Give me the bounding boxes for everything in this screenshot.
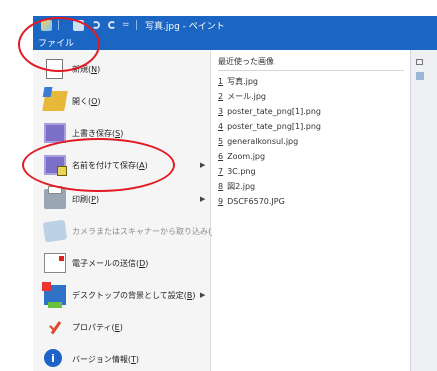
recent-file-item[interactable]: 4 poster_tate_png[1].png <box>218 121 321 133</box>
submenu-arrow-icon: ▶ <box>200 291 206 299</box>
redo-icon[interactable] <box>108 21 116 29</box>
recent-file-number: 3 <box>218 107 224 116</box>
menu-item-label: 電子メールの送信(D) <box>72 258 149 268</box>
submenu-arrow-icon: ▶ <box>200 161 206 169</box>
recent-file-name: generalkonsul.jpg <box>227 137 299 146</box>
recent-file-number: 1 <box>218 77 224 86</box>
menu-item-scanner: カメラまたはスキャナーから取り込み(M) <box>33 214 221 248</box>
menu-item-label: 印刷(P) <box>72 194 100 204</box>
scanner-icon <box>42 219 68 243</box>
menu-item-email[interactable]: 電子メールの送信(D) <box>33 246 211 280</box>
menu-item-desktop-background[interactable]: デスクトップの背景として設定(B) ▶ <box>33 278 211 312</box>
recent-file-item[interactable]: 2 メール.jpg <box>218 91 266 103</box>
recent-file-item[interactable]: 8 図2.jpg <box>218 181 255 193</box>
recent-divider <box>218 70 404 71</box>
recent-file-item[interactable]: 9 DSCF6570.JPG <box>218 196 285 208</box>
recent-file-item[interactable]: 5 generalkonsul.jpg <box>218 136 298 148</box>
recent-images-pane: 最近使った画像 1 写真.jpg 2 メール.jpg 3 poster_tate_png[… <box>212 50 410 371</box>
recent-file-item[interactable]: 7 3C.png <box>218 166 256 178</box>
title-separator <box>136 20 137 30</box>
customize-quick-access-icon[interactable]: = <box>122 20 130 30</box>
recent-file-number: 2 <box>218 92 224 101</box>
undo-icon[interactable] <box>92 21 100 29</box>
recent-file-number: 5 <box>218 137 224 146</box>
menu-item-label: カメラまたはスキャナーから取り込み(M) <box>72 226 221 236</box>
recent-file-name: 写真.jpg <box>227 77 259 86</box>
menu-item-properties-checkmark[interactable]: プロパティ(E) <box>33 310 211 344</box>
menu-item-label: デスクトップの背景として設定(B) <box>72 290 196 300</box>
file-menu: 新規(N) 開く(O) 上書き保存(S) 名前を付けて保存(A) ▶ 印刷(P) ▶ カメラま… <box>33 50 221 371</box>
menu-item-label: プロパティ(E) <box>72 322 123 332</box>
recent-file-item[interactable]: 6 Zoom.jpg <box>218 151 265 163</box>
print-icon <box>44 186 66 209</box>
paint-window: = 写真.jpg - ペイント ファイル 新規(N) 開く(O) 上書き保存(S) 名… <box>0 0 437 371</box>
recent-file-name: poster_tate_png[1].png <box>227 107 322 116</box>
recent-file-number: 4 <box>218 122 224 131</box>
recent-file-number: 9 <box>218 197 224 206</box>
recent-file-name: Zoom.jpg <box>227 152 266 161</box>
menu-item-open-folder[interactable]: 開く(O) <box>33 84 211 118</box>
menu-item-label: 上書き保存(S) <box>72 128 124 138</box>
recent-file-name: poster_tate_png[1].png <box>227 122 322 131</box>
email-icon <box>44 253 66 273</box>
info-icon: i <box>44 349 62 367</box>
desktop-background-icon <box>42 282 66 308</box>
recent-file-item[interactable]: 1 写真.jpg <box>218 76 258 88</box>
annotation-circle-save-as <box>22 138 175 192</box>
annotation-circle-file-tab <box>18 17 100 72</box>
properties-checkmark-icon <box>44 317 66 337</box>
menu-item-info[interactable]: i バージョン情報(T) <box>33 342 211 371</box>
recent-file-item[interactable]: 3 poster_tate_png[1].png <box>218 106 321 118</box>
recent-images-title: 最近使った画像 <box>218 57 274 66</box>
recent-file-number: 6 <box>218 152 224 161</box>
recent-file-number: 7 <box>218 167 224 176</box>
window-title: 写真.jpg - ペイント <box>145 21 225 32</box>
select-tool-icon[interactable] <box>416 59 423 65</box>
recent-file-name: メール.jpg <box>227 92 267 101</box>
submenu-arrow-icon: ▶ <box>200 195 206 203</box>
recent-file-name: DSCF6570.JPG <box>227 197 285 206</box>
menu-item-label: 開く(O) <box>72 96 101 106</box>
open-folder-icon <box>42 91 68 111</box>
recent-file-name: 図2.jpg <box>227 182 256 191</box>
recent-file-number: 8 <box>218 182 224 191</box>
canvas-edge <box>410 50 437 371</box>
image-tool-icon[interactable] <box>416 72 424 80</box>
menu-item-label: バージョン情報(T) <box>72 354 139 364</box>
recent-file-name: 3C.png <box>227 167 256 176</box>
